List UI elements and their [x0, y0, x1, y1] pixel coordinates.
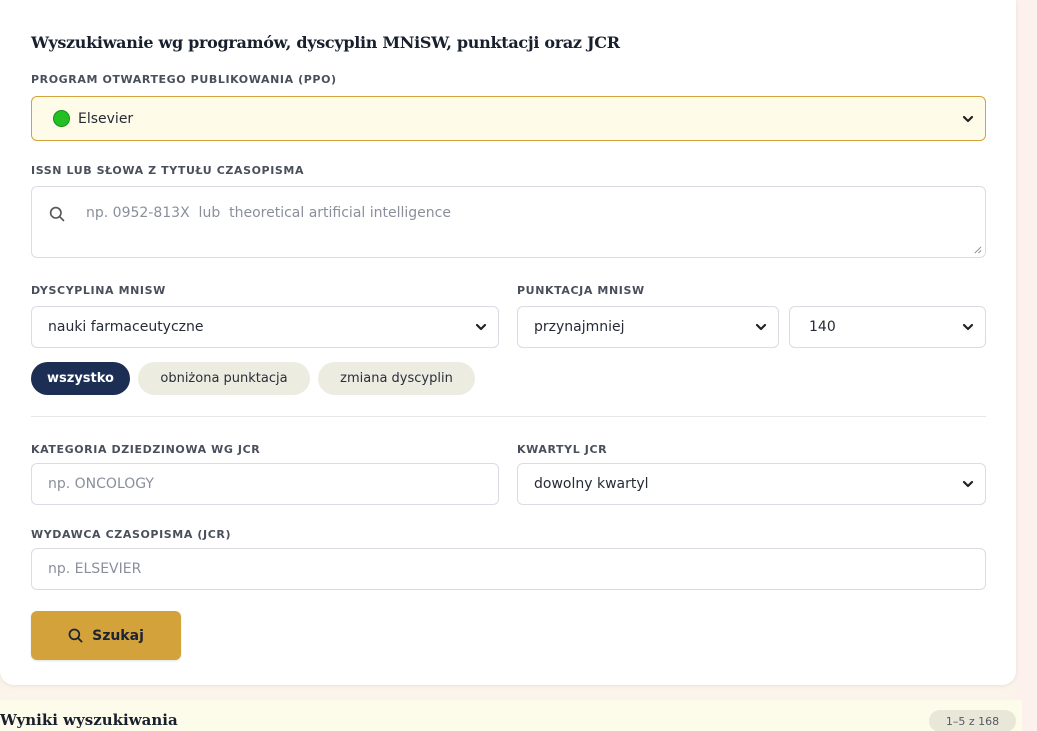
chevron-down-icon	[475, 323, 487, 331]
publisher-input[interactable]: np. ELSEVIER	[31, 548, 986, 590]
search-icon	[68, 628, 83, 643]
jcr-quartile-select[interactable]: dowolny kwartyl	[517, 463, 986, 505]
issn-placeholder: np. 0952-813X lub theoretical artificial…	[86, 205, 451, 221]
chevron-down-icon	[962, 480, 974, 488]
jcr-quartile-label: KWARTYL JCR	[517, 443, 608, 456]
jcr-quartile-value: dowolny kwartyl	[534, 476, 649, 492]
discipline-select[interactable]: nauki farmaceutyczne	[31, 306, 499, 348]
discipline-value: nauki farmaceutyczne	[48, 319, 204, 335]
jcr-category-input[interactable]: np. ONCOLOGY	[31, 463, 499, 505]
publisher-placeholder: np. ELSEVIER	[48, 561, 142, 577]
chevron-down-icon	[755, 323, 767, 331]
jcr-category-label: KATEGORIA DZIEDZINOWA WG JCR	[31, 443, 261, 456]
ppo-select[interactable]: Elsevier	[31, 96, 986, 141]
issn-textarea[interactable]: np. 0952-813X lub theoretical artificial…	[31, 186, 986, 258]
search-form-card: Wyszukiwanie wg programów, dyscyplin MNi…	[0, 0, 1016, 685]
points-value: 140	[809, 319, 836, 335]
page-background-strip	[1015, 0, 1037, 731]
chip-reduced-points[interactable]: obniżona punktacja	[138, 362, 310, 395]
results-count-badge: 1–5 z 168	[929, 710, 1016, 731]
jcr-category-placeholder: np. ONCOLOGY	[48, 476, 154, 492]
ppo-status-dot	[53, 110, 70, 127]
points-comparator-value: przynajmniej	[534, 319, 625, 335]
search-button-label: Szukaj	[92, 627, 144, 644]
points-label: PUNKTACJA MNISW	[517, 284, 645, 297]
chip-all[interactable]: wszystko	[31, 362, 130, 395]
chip-discipline-change[interactable]: zmiana dyscyplin	[318, 362, 475, 395]
chevron-down-icon	[962, 115, 974, 122]
search-icon	[49, 206, 65, 222]
search-button[interactable]: Szukaj	[31, 611, 181, 660]
results-title: Wyniki wyszukiwania	[0, 711, 178, 729]
ppo-label: PROGRAM OTWARTEGO PUBLIKOWANIA (PPO)	[31, 73, 337, 86]
issn-label: ISSN LUB SŁOWA Z TYTUŁU CZASOPISMA	[31, 164, 305, 177]
discipline-label: DYSCYPLINA MNISW	[31, 284, 166, 297]
resize-handle-icon[interactable]	[973, 245, 982, 254]
section-divider	[31, 416, 986, 417]
chevron-down-icon	[962, 323, 974, 331]
form-title: Wyszukiwanie wg programów, dyscyplin MNi…	[31, 33, 620, 52]
publisher-label: WYDAWCA CZASOPISMA (JCR)	[31, 528, 232, 541]
points-value-select[interactable]: 140	[789, 306, 986, 348]
points-comparator-select[interactable]: przynajmniej	[517, 306, 779, 348]
ppo-value: Elsevier	[78, 110, 134, 127]
